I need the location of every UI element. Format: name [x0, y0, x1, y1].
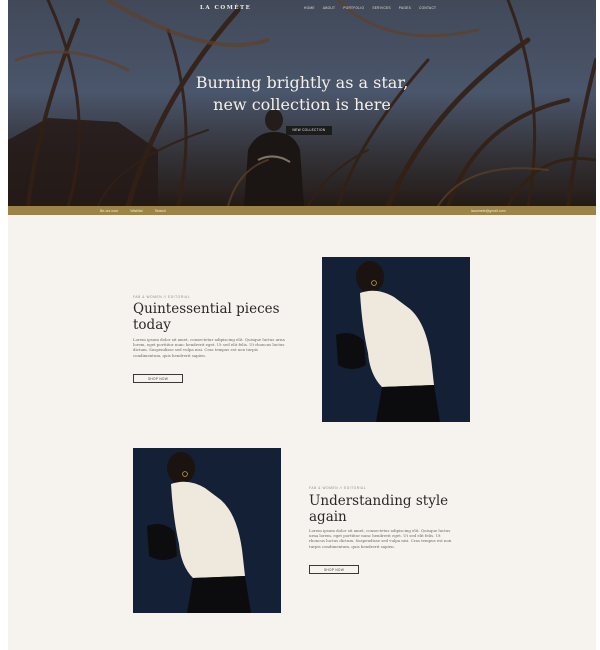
- strip-link-wishlist[interactable]: Wishlist: [130, 209, 142, 213]
- top-navigation: LA COMÈTE HOME ABOUT PORTFOLIO SERVICES …: [8, 0, 596, 16]
- section2-editorial-photo: [133, 448, 281, 613]
- nav-item-contact[interactable]: CONTACT: [419, 6, 436, 10]
- section1-paragraph: Lorem ipsum dolor sit amet, consectetur …: [133, 337, 308, 358]
- section2-title-line-2: again: [309, 509, 347, 525]
- strip-link-search[interactable]: Search: [155, 209, 166, 213]
- section2-para-line: turpis condimentum, quis hendrerit sapie…: [309, 543, 395, 549]
- section1-title-line-2: today: [133, 317, 171, 333]
- section1-title: Quintessential pieces today: [133, 301, 280, 333]
- model-photo-image: [322, 257, 470, 422]
- hero-title-line-2: new collection is here: [213, 95, 391, 114]
- section2-title-line-1: Understanding style: [309, 493, 449, 509]
- contact-email[interactable]: lacomete@gmail.com: [471, 209, 506, 213]
- nav-item-about[interactable]: ABOUT: [323, 6, 335, 10]
- strip-link-website[interactable]: Be-cnr.com: [100, 209, 118, 213]
- section2-paragraph: Lorem ipsum dolor sit amet, consectetur …: [309, 528, 479, 549]
- nav-item-home[interactable]: HOME: [304, 6, 315, 10]
- model-photo-image: [133, 448, 281, 613]
- strip-links: Be-cnr.com Wishlist Search: [100, 209, 166, 213]
- page: LA COMÈTE HOME ABOUT PORTFOLIO SERVICES …: [8, 0, 596, 650]
- nav-item-services[interactable]: SERVICES: [372, 6, 390, 10]
- section1-editorial-photo: [322, 257, 470, 422]
- section2-title: Understanding style again: [309, 493, 448, 525]
- section1-para-line: condimentum, quis hendrerit sapien.: [133, 352, 206, 358]
- main-menu: HOME ABOUT PORTFOLIO SERVICES PAGES CONT…: [304, 6, 436, 10]
- nav-item-pages[interactable]: PAGES: [399, 6, 411, 10]
- hero-title-line-1: Burning brightly as a star,: [195, 73, 409, 92]
- section2-shop-now-button[interactable]: SHOP NOW: [309, 565, 359, 574]
- section2-kicker: FAB & WOMEN // EDITORIAL: [309, 486, 367, 490]
- hero-title: Burning brightly as a star, new collecti…: [172, 72, 432, 116]
- new-collection-button[interactable]: NEW COLLECTION: [286, 126, 332, 135]
- section1-shop-now-button[interactable]: SHOP NOW: [133, 374, 183, 383]
- info-strip: Be-cnr.com Wishlist Search lacomete@gmai…: [8, 206, 596, 215]
- site-logo[interactable]: LA COMÈTE: [200, 5, 251, 11]
- section1-title-line-1: Quintessential pieces: [133, 301, 280, 317]
- nav-item-portfolio[interactable]: PORTFOLIO: [343, 6, 364, 10]
- hero-banner: LA COMÈTE HOME ABOUT PORTFOLIO SERVICES …: [8, 0, 596, 206]
- section1-kicker: FAB & WOMEN // EDITORIAL: [133, 295, 191, 299]
